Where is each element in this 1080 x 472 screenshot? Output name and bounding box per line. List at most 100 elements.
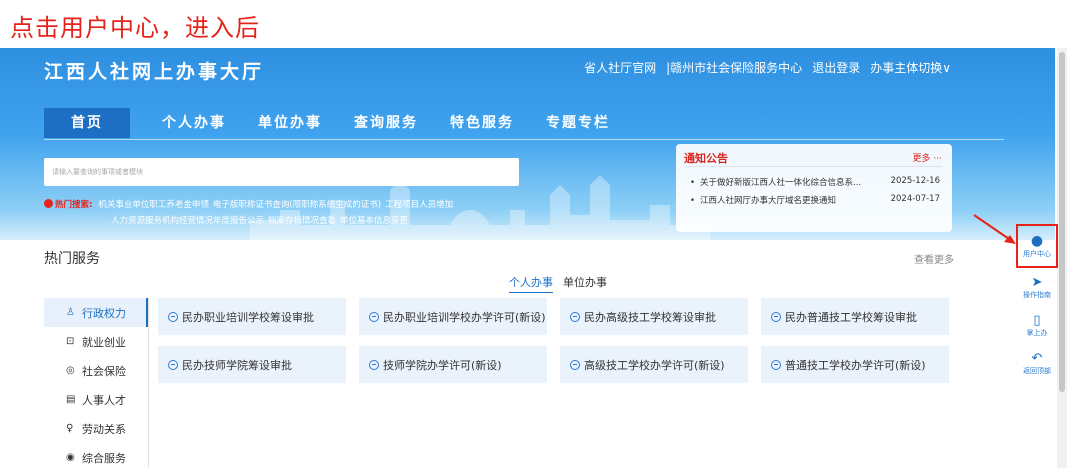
service-card-label: 民办职业培训学校筹设审批: [182, 310, 314, 324]
top-links: 省人社厅官网 |赣州市社会保险服务中心 退出登录 办事主体切换∨: [584, 59, 951, 76]
category-label: 综合服务: [82, 451, 126, 465]
service-card[interactable]: 民办普通技工学校筹设审批: [761, 298, 949, 335]
category-labor[interactable]: ♀ 劳动关系: [44, 414, 148, 443]
service-card[interactable]: 高级技工学校办学许可(新设): [560, 346, 748, 383]
category-label: 人事人才: [82, 393, 126, 407]
page-scrollbar[interactable]: [1057, 48, 1067, 468]
service-icon: ◉: [66, 452, 75, 463]
pointer-arrow-icon: [973, 214, 1016, 244]
document-icon: ▤: [66, 394, 76, 405]
service-icon: [369, 311, 379, 322]
tab-personal[interactable]: 个人办事: [509, 274, 553, 293]
category-employment[interactable]: ⊡ 就业创业: [44, 327, 148, 356]
toolbar-label: 操作指南: [1023, 290, 1051, 299]
service-card-label: 民办技师学院筹设审批: [182, 358, 292, 372]
service-card-label: 普通技工学校办学许可(新设): [785, 358, 926, 372]
search-input[interactable]: [44, 158, 519, 186]
main-nav: 首页 个人办事 单位办事 查询服务 特色服务 专题专栏: [44, 108, 628, 138]
service-icon: [771, 359, 781, 370]
service-card[interactable]: 民办技师学院筹设审批: [158, 346, 346, 383]
back-to-top-button[interactable]: ↶ 返回顶部: [1016, 344, 1058, 382]
service-icon: [168, 359, 178, 370]
category-label: 行政权力: [82, 306, 126, 320]
instruction-caption: 点击用户中心，进入后: [10, 14, 260, 42]
category-label: 社会保险: [82, 364, 126, 378]
service-card[interactable]: 技师学院办学许可(新设): [359, 346, 547, 383]
hot-search-link[interactable]: 单位基本信息变更: [340, 216, 408, 226]
service-grid: 民办职业培训学校筹设审批 民办职业培训学校办学许可(新设) 民办高级技工学校筹设…: [158, 298, 949, 383]
notice-item[interactable]: 关于做好新版江西人社一体化综合信息系... 2025-12-16: [690, 176, 940, 188]
category-social-insurance[interactable]: ◎ 社会保险: [44, 356, 148, 385]
back-top-icon: ↶: [1031, 350, 1043, 366]
notice-panel: 通知公告 更多 ··· 关于做好新版江西人社一体化综合信息系... 2025-1…: [676, 144, 952, 232]
mobile-icon: ▯: [1033, 312, 1041, 328]
toolbar-label: 掌上办: [1026, 328, 1048, 337]
menu-divider: [148, 298, 149, 468]
service-card[interactable]: 普通技工学校办学许可(新设): [761, 346, 949, 383]
service-icon: [369, 359, 379, 370]
notice-title: 通知公告: [684, 152, 728, 165]
view-more-link[interactable]: 查看更多: [914, 251, 954, 266]
category-personnel[interactable]: ▤ 人事人才: [44, 385, 148, 414]
nav-personal[interactable]: 个人办事: [148, 108, 240, 138]
service-tabs: 个人办事 单位办事: [509, 274, 607, 293]
category-administrative[interactable]: ♙ 行政权力: [44, 298, 148, 327]
search-box: [44, 158, 519, 186]
user-center-icon: ●: [1030, 232, 1044, 249]
hot-search-link[interactable]: 人力资源服务机构经营情况年度报告公示: [111, 216, 264, 226]
law-icon: ♙: [66, 307, 75, 318]
service-card[interactable]: 民办职业培训学校筹设审批: [158, 298, 346, 335]
nav-company[interactable]: 单位办事: [244, 108, 336, 138]
briefcase-icon: ⊡: [66, 336, 75, 347]
hot-search-link[interactable]: 电子版职称证书查询(限职称系统生成的证书): [213, 200, 381, 210]
toolbar-label: 返回顶部: [1023, 366, 1051, 375]
hot-search-link[interactable]: 工程项目人员增加: [385, 200, 453, 210]
header-banner: 江西人社网上办事大厅 省人社厅官网 |赣州市社会保险服务中心 退出登录 办事主体…: [0, 48, 1055, 240]
nav-featured[interactable]: 特色服务: [436, 108, 528, 138]
hot-search-link[interactable]: 机关事业单位职工养老金申领: [98, 200, 209, 210]
hot-search: 热门搜索: 机关事业单位职工养老金申领 电子版职称证书查询(限职称系统生成的证书) 工…: [44, 197, 514, 229]
service-card[interactable]: 民办高级技工学校筹设审批: [560, 298, 748, 335]
category-label: 劳动关系: [82, 422, 126, 436]
toolbar-label: 用户中心: [1023, 249, 1051, 258]
nav-topics[interactable]: 专题专栏: [532, 108, 624, 138]
guide-button[interactable]: ➤ 操作指南: [1016, 268, 1058, 306]
user-center-button[interactable]: ● 用户中心: [1016, 224, 1058, 268]
notice-item-date: 2025-12-16: [890, 176, 940, 186]
fire-icon: [44, 199, 53, 208]
service-card-label: 技师学院办学许可(新设): [383, 358, 502, 372]
site-title: 江西人社网上办事大厅: [44, 61, 265, 83]
organization-name: |赣州市社会保险服务中心: [666, 61, 803, 75]
notice-more-link[interactable]: 更多 ···: [913, 151, 942, 164]
scrollbar-thumb[interactable]: [1059, 52, 1065, 392]
hot-services-section: 热门服务 查看更多 个人办事 单位办事 ♙ 行政权力 ⊡ 就业创业 ◎ 社会保险 ▤ 人…: [0, 240, 1055, 468]
service-card-label: 高级技工学校办学许可(新设): [584, 358, 725, 372]
service-icon: [771, 311, 781, 322]
switch-entity-dropdown[interactable]: 办事主体切换∨: [870, 59, 951, 76]
page: 江西人社网上办事大厅 省人社厅官网 |赣州市社会保险服务中心 退出登录 办事主体…: [0, 48, 1080, 468]
notice-item-text: 关于做好新版江西人社一体化综合信息系...: [690, 176, 861, 188]
nav-query[interactable]: 查询服务: [340, 108, 432, 138]
service-icon: [168, 311, 178, 322]
provincial-site-link[interactable]: 省人社厅官网: [584, 59, 656, 76]
notice-divider: [684, 166, 942, 167]
notice-item-text: 江西人社网厅办事大厅域名更换通知: [690, 194, 836, 206]
service-icon: [570, 359, 580, 370]
shield-icon: ◎: [66, 365, 75, 376]
service-card[interactable]: 民办职业培训学校办学许可(新设): [359, 298, 547, 335]
person-icon: ♀: [66, 423, 74, 434]
logout-link[interactable]: 退出登录: [812, 59, 860, 76]
tab-company[interactable]: 单位办事: [563, 274, 607, 293]
floating-toolbar: ● 用户中心 ➤ 操作指南 ▯ 掌上办 ↶ 返回顶部: [1016, 224, 1058, 382]
nav-home[interactable]: 首页: [44, 108, 130, 138]
service-card-label: 民办高级技工学校筹设审批: [584, 310, 716, 324]
category-label: 就业创业: [82, 335, 126, 349]
paper-plane-icon: ➤: [1031, 274, 1043, 290]
service-icon: [570, 311, 580, 322]
hot-services-title: 热门服务: [44, 251, 100, 267]
hot-search-label: 热门搜索:: [55, 200, 93, 210]
notice-item[interactable]: 江西人社网厅办事大厅域名更换通知 2024-07-17: [690, 194, 940, 206]
mobile-button[interactable]: ▯ 掌上办: [1016, 306, 1058, 344]
notice-item-date: 2024-07-17: [890, 194, 940, 204]
hot-search-link[interactable]: 档案存档情况查看: [268, 216, 336, 226]
